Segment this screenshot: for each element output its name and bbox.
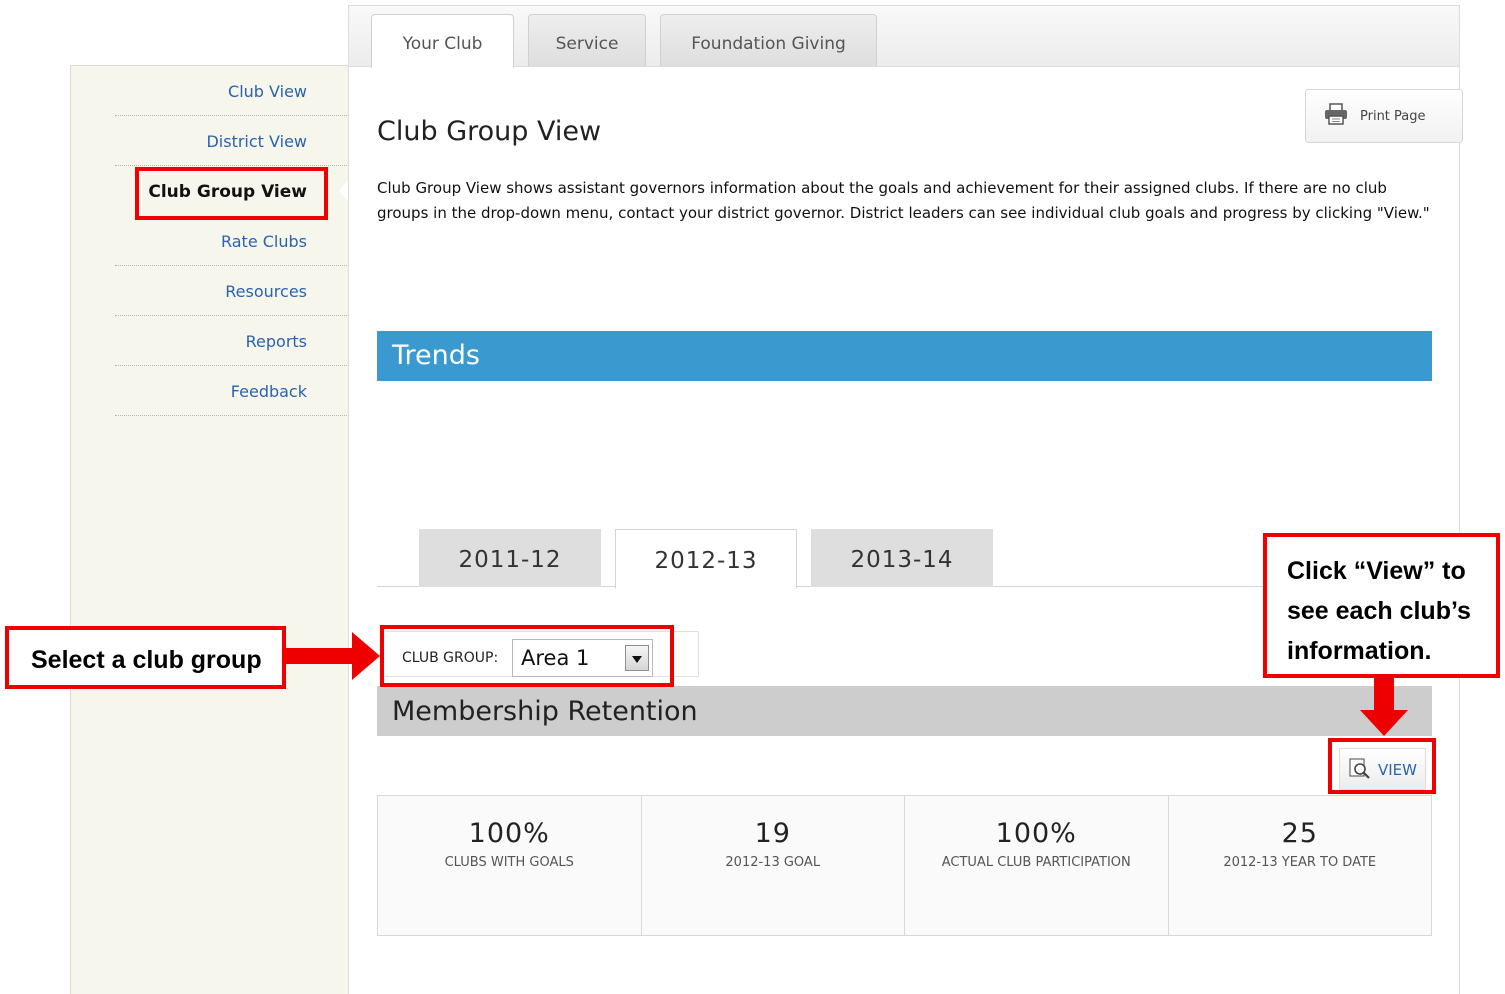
arrow-right-icon bbox=[284, 632, 380, 680]
tab-foundation-giving[interactable]: Foundation Giving bbox=[660, 14, 877, 66]
sidebar-item-rate-clubs[interactable]: Rate Clubs bbox=[115, 216, 347, 266]
tab-service[interactable]: Service bbox=[528, 14, 646, 66]
callout-view-line-1: Click “View” to bbox=[1287, 557, 1466, 585]
highlight-view-button bbox=[1328, 738, 1436, 794]
tab-year-2013-14[interactable]: 2013-14 bbox=[811, 529, 993, 587]
highlight-club-group-select bbox=[380, 625, 674, 687]
stats-grid: 100% CLUBS WITH GOALS 19 2012-13 GOAL 10… bbox=[377, 795, 1432, 936]
printer-icon bbox=[1324, 103, 1348, 129]
stat-value: 100% bbox=[468, 818, 550, 849]
print-page-button[interactable]: Print Page bbox=[1305, 89, 1463, 143]
page-title: Club Group View bbox=[377, 116, 602, 147]
stat-clubs-with-goals: 100% CLUBS WITH GOALS bbox=[378, 796, 642, 935]
tab-your-club[interactable]: Your Club bbox=[371, 14, 514, 68]
stat-year-to-date: 25 2012-13 YEAR TO DATE bbox=[1169, 796, 1432, 935]
callout-view-info: Click “View” to see each club’s informat… bbox=[1263, 533, 1500, 678]
sidebar-item-resources[interactable]: Resources bbox=[115, 266, 347, 316]
main-panel: Your Club Service Foundation Giving Prin… bbox=[348, 5, 1463, 994]
sidebar-item-district-view[interactable]: District View bbox=[115, 116, 347, 166]
membership-retention-heading: Membership Retention bbox=[377, 686, 1432, 736]
stat-caption: 2012-13 YEAR TO DATE bbox=[1223, 855, 1377, 870]
callout-select-club-group: Select a club group bbox=[5, 626, 286, 689]
tab-year-2011-12[interactable]: 2011-12 bbox=[419, 529, 601, 587]
highlight-club-group-view bbox=[135, 167, 328, 220]
stat-participation: 100% ACTUAL CLUB PARTICIPATION bbox=[905, 796, 1169, 935]
callout-view-line-2: see each club’s bbox=[1287, 597, 1471, 625]
sidebar-item-club-view[interactable]: Club View bbox=[115, 66, 347, 116]
sidebar-item-feedback[interactable]: Feedback bbox=[115, 366, 347, 416]
callout-select-text: Select a club group bbox=[31, 646, 262, 674]
stat-value: 19 bbox=[754, 818, 791, 849]
page-description: Club Group View shows assistant governor… bbox=[377, 179, 1430, 222]
tab-year-2012-13[interactable]: 2012-13 bbox=[615, 529, 797, 589]
trends-heading: Trends bbox=[377, 331, 1432, 381]
stat-caption: ACTUAL CLUB PARTICIPATION bbox=[941, 855, 1131, 870]
sidebar-item-reports[interactable]: Reports bbox=[115, 316, 347, 366]
stat-goal: 19 2012-13 GOAL bbox=[642, 796, 905, 935]
stat-value: 100% bbox=[995, 818, 1077, 849]
top-tab-bar: Your Club Service Foundation Giving bbox=[349, 6, 1459, 68]
callout-view-line-3: information. bbox=[1287, 637, 1432, 665]
stat-value: 25 bbox=[1281, 818, 1318, 849]
print-page-label: Print Page bbox=[1360, 109, 1426, 124]
stat-caption: CLUBS WITH GOALS bbox=[444, 855, 574, 870]
arrow-down-icon bbox=[1360, 676, 1408, 736]
stat-caption: 2012-13 GOAL bbox=[725, 855, 821, 870]
